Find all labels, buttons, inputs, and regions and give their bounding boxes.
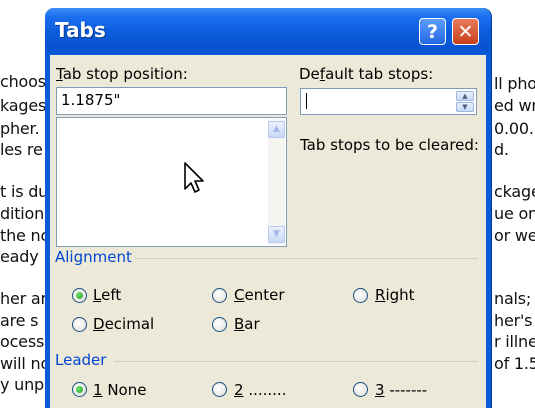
doc-text-line: ll pho (494, 74, 535, 93)
dialog-title: Tabs (55, 18, 106, 42)
doc-text-line: r illne (494, 332, 535, 351)
doc-text-line: choos (0, 72, 46, 91)
radio-unchecked-icon[interactable] (212, 317, 227, 332)
doc-text-line: her ar (0, 289, 47, 308)
leader-dots-label: 2 ........ (234, 381, 287, 399)
align-right-label: Right (375, 286, 415, 304)
align-center-label: Center (234, 286, 285, 304)
text-caret (306, 93, 307, 109)
help-icon: ? (426, 21, 439, 43)
tab-stops-scrollbar[interactable]: ▲ ▼ (268, 119, 285, 245)
doc-text-line: nals; u (494, 289, 532, 308)
close-icon: ✕ (457, 21, 474, 43)
doc-text-line: ue on (494, 204, 535, 223)
radio-unchecked-icon[interactable] (72, 317, 87, 332)
doc-text-line: ed wri (494, 96, 535, 115)
doc-text-line: t is du (0, 182, 49, 201)
doc-text-line: ocess (0, 332, 45, 351)
align-decimal-label: Decimal (93, 315, 155, 333)
tab-stop-position-value: 1.1875" (61, 91, 121, 109)
doc-text-line: les re (0, 140, 43, 159)
alignment-group-label: Alignment (55, 248, 132, 266)
tab-stop-position-input[interactable]: 1.1875" (56, 87, 287, 115)
scroll-up-icon[interactable]: ▲ (268, 121, 285, 138)
doc-text-line: her's (494, 311, 533, 330)
scroll-down-icon[interactable]: ▼ (268, 226, 285, 243)
close-button[interactable]: ✕ (452, 18, 479, 45)
doc-text-line: will no (0, 354, 51, 373)
leader-dashes-label: 3 ------- (375, 381, 428, 399)
help-button[interactable]: ? (419, 18, 446, 45)
doc-text-line: d. (494, 140, 509, 159)
tab-stops-to-be-cleared-label: Tab stops to be cleared: (300, 136, 479, 154)
dialog-titlebar[interactable]: Tabs ? ✕ (45, 8, 491, 55)
radio-unchecked-icon[interactable] (212, 382, 227, 397)
mouse-pointer-icon (184, 162, 204, 193)
alignment-group-divider (135, 258, 478, 259)
default-tab-stops-label: Default tab stops: (299, 65, 434, 83)
doc-text-line: y unp (0, 375, 44, 394)
doc-text-line: are s (0, 311, 39, 330)
spin-down-icon[interactable]: ▼ (456, 102, 474, 112)
spin-up-icon[interactable]: ▲ (456, 91, 474, 101)
doc-text-line: dition (0, 204, 45, 223)
tab-stop-position-label: Tab stop position: (56, 65, 188, 83)
doc-text-line: ckage (494, 182, 535, 201)
leader-none-label: 1 None (93, 381, 147, 399)
doc-text-line: 0.00. A (494, 119, 534, 138)
align-left-label: Left (93, 286, 122, 304)
doc-text-line: of 1.5 (494, 354, 535, 373)
radio-unchecked-icon[interactable] (212, 288, 227, 303)
dialog-body: Tab stop position: 1.1875" ▲ ▼ Default t… (50, 55, 486, 408)
radio-checked-icon[interactable] (72, 288, 87, 303)
radio-checked-icon[interactable] (72, 382, 87, 397)
radio-unchecked-icon[interactable] (353, 288, 368, 303)
align-bar-label: Bar (234, 315, 260, 333)
tabs-dialog: Tabs ? ✕ Tab stop position: 1.1875" ▲ ▼ … (45, 8, 491, 408)
doc-text-line: eady (0, 247, 39, 266)
doc-text-line: kages (0, 96, 47, 115)
doc-text-line: the nc (0, 226, 50, 245)
tab-stops-list[interactable]: ▲ ▼ (56, 117, 287, 247)
leader-group-label: Leader (55, 351, 107, 369)
doc-text-line: pher. (0, 119, 40, 138)
doc-text-line: or wec (494, 226, 535, 245)
default-tab-stops-input[interactable]: ▲ ▼ (300, 88, 477, 115)
leader-group-divider (114, 361, 478, 362)
radio-unchecked-icon[interactable] (353, 382, 368, 397)
